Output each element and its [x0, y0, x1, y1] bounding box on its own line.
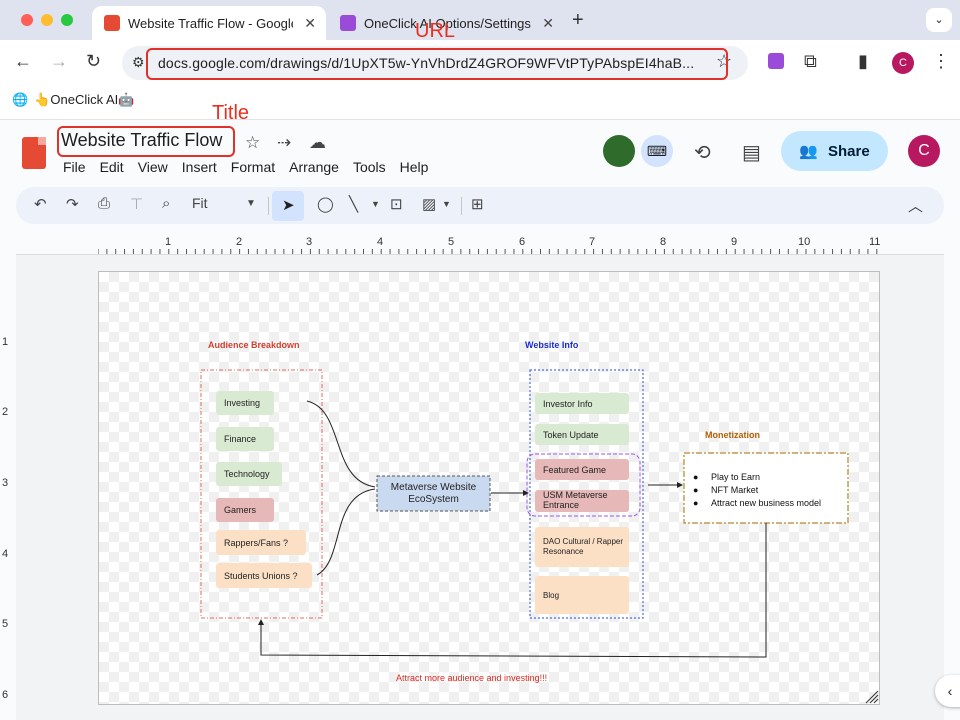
connector-layer [200, 369, 879, 704]
website-item[interactable]: USM Metaverse Entrance [535, 490, 629, 512]
audience-item[interactable]: Investing [216, 391, 274, 415]
connector-monetization-audience[interactable] [258, 523, 767, 658]
website-item[interactable]: Featured Game [535, 459, 629, 480]
side-panel-toggle-icon[interactable]: ‹ [935, 675, 960, 707]
audience-item[interactable]: Technology [216, 462, 282, 486]
website-item[interactable]: Blog [535, 576, 629, 614]
monetization-item: ● Play to Earn [693, 472, 760, 482]
monetization-item: ● NFT Market [693, 485, 759, 495]
monetization-item: ● Attract new business model [693, 498, 822, 508]
connector-students-hub[interactable] [316, 488, 376, 576]
audience-item[interactable]: Students Unions ? [216, 563, 312, 588]
audience-item[interactable]: Gamers [216, 498, 274, 522]
audience-title[interactable]: Audience Breakdown [208, 340, 300, 350]
resize-handle-icon[interactable] [865, 690, 879, 704]
audience-item[interactable]: Rappers/Fans ? [216, 530, 306, 555]
footer-note[interactable]: Attract more audience and investing!!! [396, 673, 547, 683]
website-item[interactable]: Token Update [535, 424, 629, 445]
monetization-list[interactable]: ● Play to Earn ● NFT Market ● Attract ne… [693, 472, 821, 511]
audience-item[interactable]: Finance [216, 427, 274, 451]
connector-investing-hub[interactable] [306, 400, 376, 488]
website-title[interactable]: Website Info [525, 340, 578, 350]
website-item[interactable]: Investor Info [535, 393, 629, 414]
monetization-title[interactable]: Monetization [705, 430, 760, 440]
hub-label[interactable]: Metaverse Website EcoSystem [377, 476, 490, 511]
website-item[interactable]: DAO Cultural / Rapper Resonance [535, 527, 629, 567]
